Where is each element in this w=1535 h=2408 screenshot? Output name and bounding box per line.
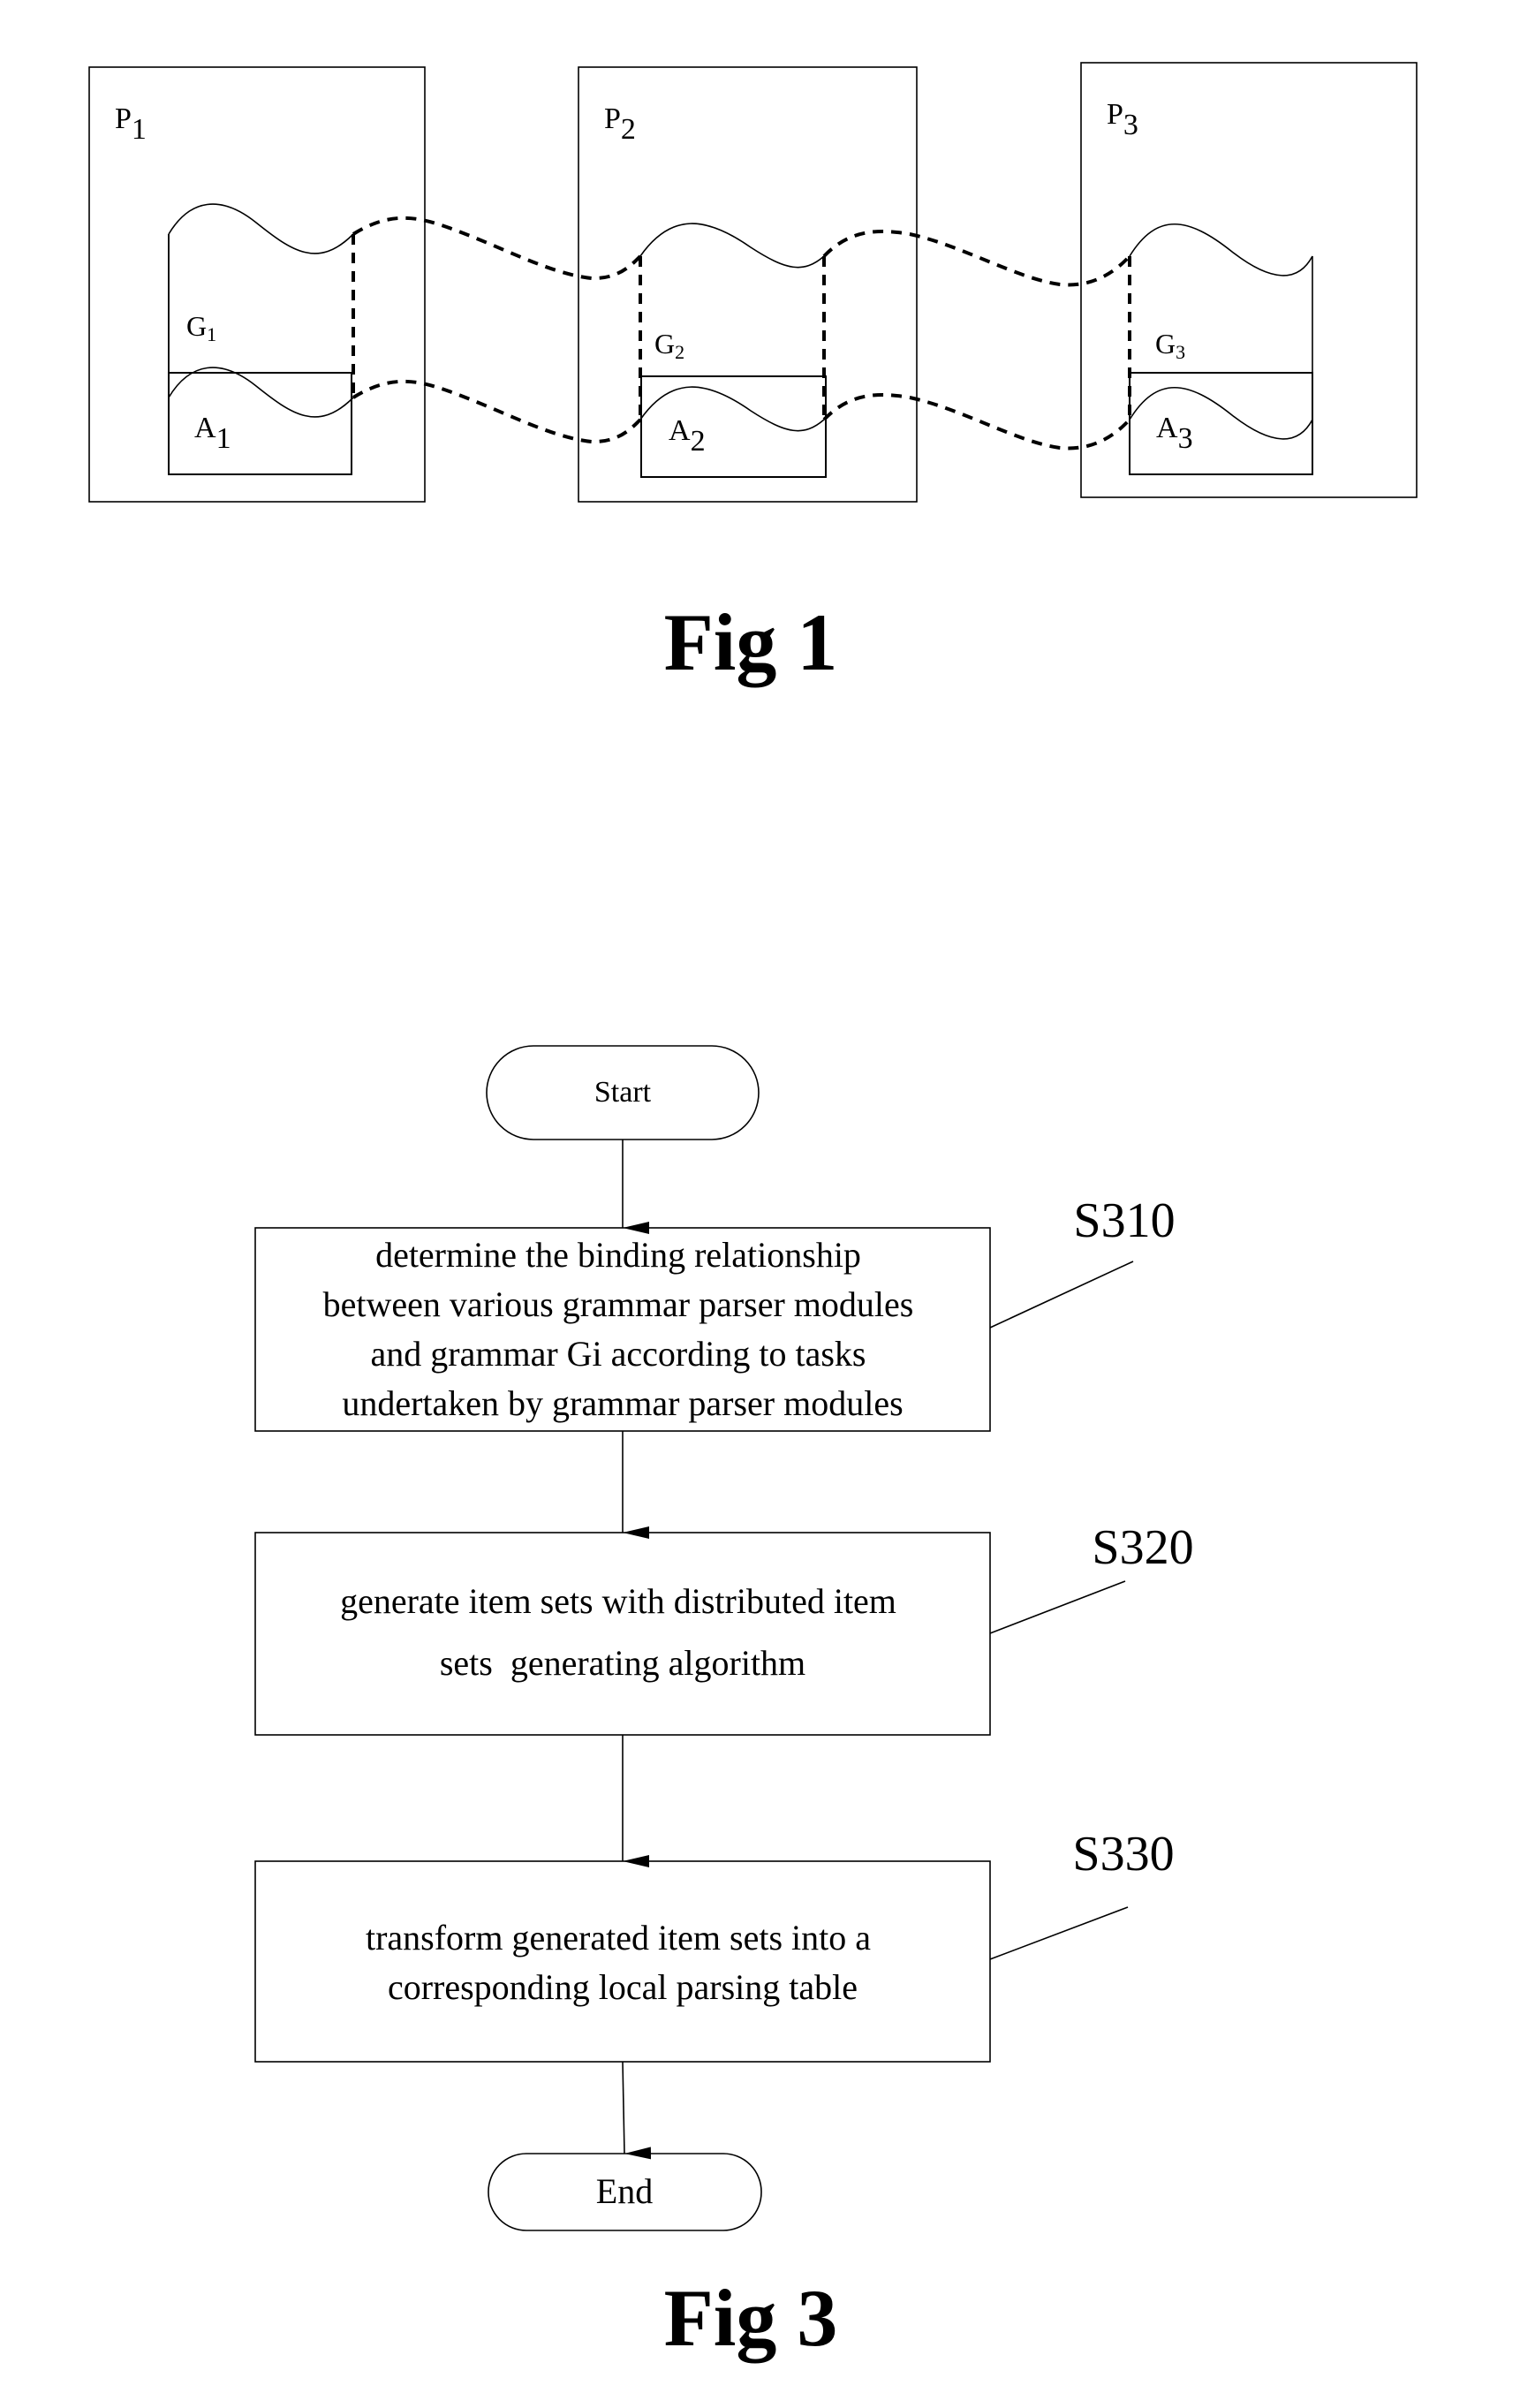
grammar-connector-1-2 — [352, 216, 642, 444]
agent-label-a2: A2 — [669, 414, 706, 458]
step-id-s330: S330 — [1072, 1827, 1174, 1882]
processor-label-p2: P2 — [604, 102, 636, 146]
step-box-s330 — [254, 1860, 991, 2063]
fig1-diagram: P1 P2 P3 G1 G2 G3 A1 A2 A3 Fig 1 — [88, 62, 1418, 687]
step-text-s330: transform generated item sets into a cor… — [366, 1918, 880, 2007]
step-id-s310: S310 — [1073, 1193, 1175, 1248]
processor-label-p3: P3 — [1107, 98, 1138, 141]
leader-line-s320 — [989, 1580, 1126, 1634]
start-label: Start — [594, 1076, 652, 1109]
processor-label-p1: P1 — [115, 102, 147, 146]
step-text-s310: determine the binding relationship betwe… — [323, 1235, 923, 1423]
fig3-caption: Fig 3 — [664, 2273, 838, 2363]
fig1-caption: Fig 1 — [664, 597, 838, 687]
agent-label-a3: A3 — [1156, 412, 1193, 455]
fig3-flowchart: Start determine the binding relationship… — [254, 1045, 1194, 2363]
leader-line-s310 — [989, 1261, 1134, 1329]
leader-line-s330 — [989, 1906, 1129, 1960]
step-text-s320: generate item sets with distributed item… — [340, 1581, 905, 1683]
grammar-label-g2: G2 — [654, 328, 684, 363]
arrow-s330-to-end — [622, 2061, 652, 2160]
grammar-connector-2-3 — [822, 229, 1131, 451]
step-box-s320 — [254, 1532, 991, 1736]
grammar-label-g1: G1 — [186, 310, 216, 345]
step-id-s320: S320 — [1092, 1520, 1193, 1575]
patent-drawing-sheet: P1 P2 P3 G1 G2 G3 A1 A2 A3 Fig 1 Start d… — [88, 62, 1418, 2363]
grammar-label-g3: G3 — [1155, 328, 1185, 363]
end-label: End — [596, 2171, 653, 2211]
agent-label-a1: A1 — [194, 412, 231, 455]
